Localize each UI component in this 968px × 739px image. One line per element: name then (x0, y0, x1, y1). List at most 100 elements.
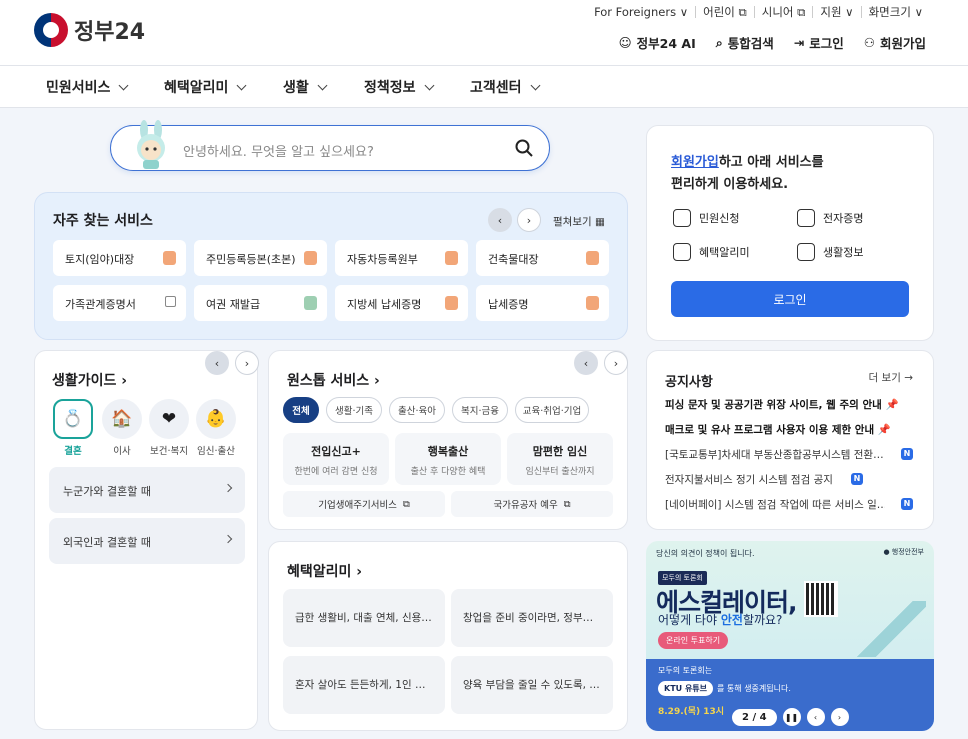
next-button[interactable]: › (604, 351, 628, 375)
quick-service-item[interactable]: 토지(임야)대장 (53, 240, 186, 276)
chevron-down-icon (236, 80, 247, 90)
prev-button[interactable]: ‹ (488, 208, 512, 232)
vote-button[interactable]: 온라인 투표하기 (658, 632, 729, 649)
document-icon (445, 251, 458, 265)
promo-banner[interactable]: 당신의 의견이 정책이 됩니다. ● 행정안전부 모두의 토론회 에스컬레이터,… (646, 541, 934, 731)
next-button[interactable]: › (235, 351, 259, 375)
quick-service-item[interactable]: 건축물대장 (476, 240, 609, 276)
util-for-foreigners[interactable]: For Foreigners ∨ (587, 6, 695, 18)
quick-service-item[interactable]: 여권 재발급 (194, 285, 327, 321)
util-senior[interactable]: 시니어 ⧉ (753, 6, 813, 18)
onestop-card[interactable]: 전입신고+ 한번에 여러 감면 신청 (283, 433, 389, 485)
service-civil-apply[interactable]: 민원신청 (673, 209, 739, 227)
category-pregnancy[interactable]: 👶 (196, 399, 236, 439)
gov24-logo[interactable]: 정부24 (34, 13, 145, 47)
guide-item[interactable]: 외국인과 결혼할 때 (49, 518, 245, 564)
pin-icon: 📌 (885, 399, 899, 411)
document-icon (586, 251, 599, 265)
signup-link[interactable]: ⚇ 회원가입 (864, 33, 926, 52)
onestop-title[interactable]: 원스톱 서비스 › (287, 370, 380, 390)
quick-service-item[interactable]: 자동차등록원부 (335, 240, 468, 276)
signup-link[interactable]: 회원가입 (671, 155, 719, 170)
guide-item[interactable]: 누군가와 결혼할 때 (49, 467, 245, 513)
life-guide-title-text: 생활가이드 (52, 373, 117, 389)
benefit-card[interactable]: 혼자 살아도 든든하게, 1인 … (283, 656, 445, 714)
tab-welfare-finance[interactable]: 복지·금융 (452, 397, 508, 423)
quick-service-label: 건축물대장 (488, 253, 539, 266)
quick-service-label: 납세증명 (488, 298, 529, 311)
integrated-search-button[interactable]: ⌕ 통합검색 (716, 33, 774, 52)
prev-button[interactable]: ‹ (205, 351, 229, 375)
login-icon: ⇥ (793, 35, 805, 50)
notice-item[interactable]: 피싱 문자 및 공공기관 위장 사이트, 웹 주의 안내 📌 (665, 397, 915, 412)
signup-label: 회원가입 (879, 36, 926, 51)
notice-item[interactable]: [네이버페이] 시스템 점검 작업에 따른 서비스 일… (665, 497, 885, 512)
onestop-card[interactable]: 행복출산 출산 후 다양한 혜택 (395, 433, 501, 485)
expand-button[interactable]: 펼쳐보기 ▦ (553, 214, 605, 229)
tab-birth-care[interactable]: 출산·육아 (389, 397, 445, 423)
util-support[interactable]: 지원 ∨ (812, 6, 860, 18)
login-link[interactable]: ⇥ 로그인 (794, 33, 844, 52)
certificate-icon (797, 209, 815, 227)
notice-more-link[interactable]: 더 보기 → (869, 370, 913, 385)
chevron-left-icon: ‹ (583, 356, 589, 370)
onestop-link-label: 기업생애주기서비스 (318, 500, 397, 511)
house-icon: 🏠 (111, 409, 133, 429)
next-button[interactable]: › (517, 208, 541, 232)
category-marriage[interactable]: 💍 (53, 399, 93, 439)
category-moving[interactable]: 🏠 (102, 399, 142, 439)
benefit-card[interactable]: 양육 부담을 줄일 수 있도록, … (451, 656, 613, 714)
benefit-card[interactable]: 급한 생활비, 대출 연체, 신용… (283, 589, 445, 647)
search-icon[interactable] (515, 139, 533, 157)
next-slide-button[interactable]: › (830, 708, 849, 726)
quick-service-item[interactable]: 납세증명 (476, 285, 609, 321)
ai-button[interactable]: ☺ 정부24 AI (619, 33, 696, 52)
quick-service-item[interactable]: 지방세 납세증명 (335, 285, 468, 321)
external-link-icon: ⧉ (402, 498, 410, 510)
tab-life-family[interactable]: 생활·기족 (326, 397, 382, 423)
search-placeholder: 안녕하세요. 무엇을 알고 싶으세요? (183, 145, 374, 160)
category-health-welfare[interactable]: ❤ (149, 399, 189, 439)
mail-icon (673, 209, 691, 227)
quick-service-item[interactable]: 주민등록등본(초본) (194, 240, 327, 276)
banner-top-text: 당신의 의견이 정책이 됩니다. (656, 549, 755, 558)
onestop-link[interactable]: 기업생애주기서비스 ⧉ (283, 491, 445, 517)
notice-title: 공지사항 (665, 375, 713, 390)
nav-civil-service[interactable]: 민원서비스 (46, 77, 129, 97)
util-screen-size[interactable]: 화면크기 ∨ (860, 6, 930, 18)
notice-item[interactable]: [국토교통부]차세대 부동산종합공부시스템 전환… (665, 447, 885, 462)
onestop-title-text: 원스톱 서비스 (287, 373, 370, 389)
util-children[interactable]: 어린이 ⧉ (695, 6, 754, 18)
tab-all[interactable]: 전체 (283, 397, 319, 423)
notice-panel: 공지사항 더 보기 → 피싱 문자 및 공공기관 위장 사이트, 웹 주의 안내… (646, 350, 934, 530)
onestop-card[interactable]: 맘편한 임신 임신부터 출산까지 (507, 433, 613, 485)
service-life-info[interactable]: 생활정보 (797, 243, 863, 261)
onestop-link[interactable]: 국가유공자 예우 ⧉ (451, 491, 613, 517)
nav-policy-info[interactable]: 정책정보 (364, 77, 434, 97)
login-button[interactable]: 로그인 (671, 281, 909, 317)
onestop-link-label: 국가유공자 예우 (493, 500, 558, 511)
prev-slide-button[interactable]: ‹ (806, 708, 825, 726)
service-benefit-alert[interactable]: 혜택알리미 (673, 243, 750, 261)
prev-button[interactable]: ‹ (574, 351, 598, 375)
benefit-card[interactable]: 창업을 준비 중이라면, 정부… (451, 589, 613, 647)
nav-life[interactable]: 생활 (283, 77, 328, 97)
pause-button[interactable]: ❚❚ (782, 708, 801, 726)
user-plus-icon: ⚇ (863, 35, 875, 50)
nav-customer-center[interactable]: 고객센터 (470, 77, 540, 97)
search-bar[interactable]: 안녕하세요. 무엇을 알고 싶으세요? (110, 120, 550, 171)
site-header: 정부24 For Foreigners ∨ 어린이 ⧉ 시니어 ⧉ 지원 ∨ 화… (0, 0, 968, 66)
life-guide-title[interactable]: 생활가이드 › (52, 370, 127, 390)
notice-item[interactable]: 매크로 및 유사 프로그램 사용자 이용 제한 안내 📌 (665, 422, 915, 437)
service-e-certificate[interactable]: 전자증명 (797, 209, 863, 227)
tab-education-job[interactable]: 교육·취업·기업 (515, 397, 589, 423)
service-label: 민원신청 (699, 212, 740, 225)
document-icon (304, 251, 317, 265)
document-icon (163, 251, 176, 265)
quick-service-item[interactable]: 가족관계증명서 (53, 285, 186, 321)
nav-benefit-alert[interactable]: 혜택알리미 (164, 77, 247, 97)
benefit-title[interactable]: 혜택알리미 › (287, 561, 362, 581)
life-guide-panel: 생활가이드 › ‹ › 💍 🏠 ❤ 👶 결혼 이사 보건·복지 임신·출산 누군… (34, 350, 259, 730)
mother-icon: 👶 (205, 409, 227, 429)
document-icon (445, 296, 458, 310)
